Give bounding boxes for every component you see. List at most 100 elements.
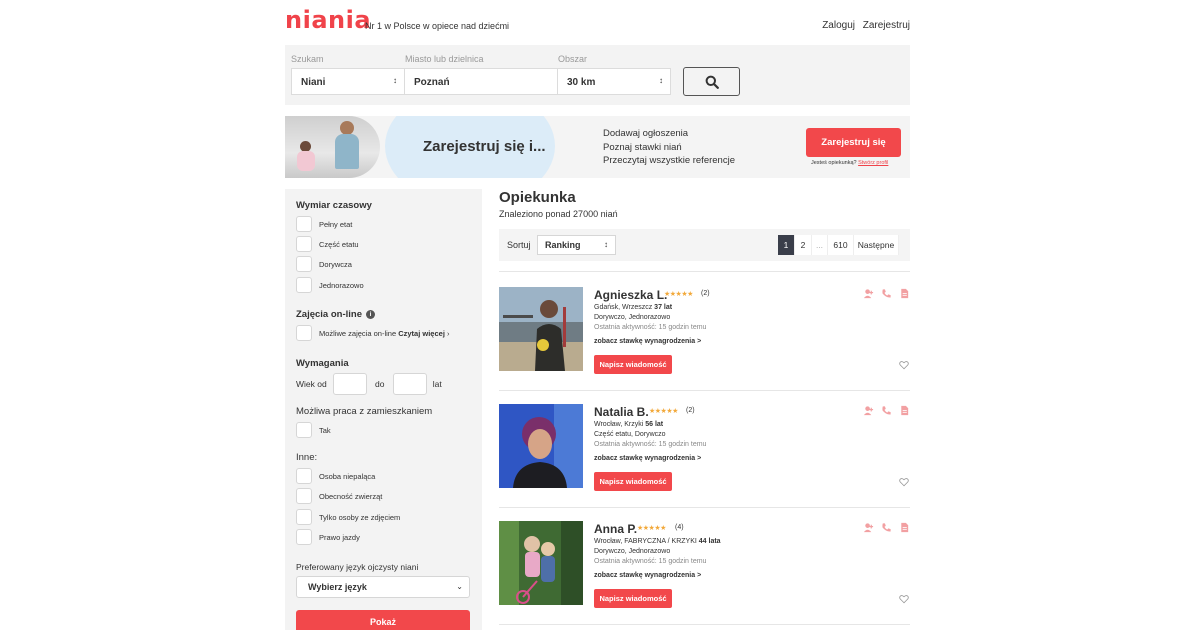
rates-link[interactable]: zobacz stawkę wynagrodzenia >: [594, 455, 701, 462]
caregiver-note-text: Jesteś opiekunką?: [811, 160, 857, 166]
promo-benefit: Poznaj stawki niań: [603, 141, 682, 153]
contact-icons: [863, 522, 910, 533]
filter-one-time[interactable]: Jednorazowo: [296, 277, 364, 293]
phone-icon[interactable]: [881, 522, 892, 533]
location-age: Wrocław, FABRYCZNA / KRZYKI 44 lata: [594, 538, 721, 545]
add-user-icon[interactable]: [863, 522, 874, 533]
city-input[interactable]: Poznań: [404, 68, 558, 95]
search-panel: Szukam Miasto lub dzielnica Obszar Niani…: [285, 45, 910, 105]
send-message-button[interactable]: Napisz wiadomość: [594, 589, 672, 608]
language-heading: Preferowany język ojczysty niani: [296, 562, 419, 572]
chevron-down-icon: ⌄: [456, 582, 463, 591]
document-icon[interactable]: [899, 522, 910, 533]
checkbox[interactable]: [296, 236, 312, 252]
promo-benefits: Dodawaj ogłoszenia Poznaj stawki niań Pr…: [603, 127, 735, 168]
filter-with-photo[interactable]: Tylko osoby ze zdjęciem: [296, 509, 400, 525]
info-icon[interactable]: i: [366, 310, 375, 319]
filter-full-time[interactable]: Pełny etat: [296, 216, 352, 232]
nanny-name[interactable]: Natalia B.: [594, 405, 649, 419]
language-select[interactable]: Wybierz język ⌄: [296, 576, 470, 598]
results-title: Opiekunka: [499, 189, 576, 206]
profile-photo[interactable]: [499, 521, 583, 605]
heart-icon[interactable]: [899, 477, 909, 487]
register-link[interactable]: Zarejestruj: [863, 20, 910, 31]
last-activity: Ostatnia aktywność: 15 godzin temu: [594, 441, 707, 448]
area-select[interactable]: 30 km ↕: [557, 68, 671, 95]
language-select-value: Wybierz język: [308, 582, 367, 592]
last-activity: Ostatnia aktywność: 15 godzin temu: [594, 558, 707, 565]
pagination: 1 2 ... 610 Następne: [778, 235, 899, 255]
phone-icon[interactable]: [881, 288, 892, 299]
logo[interactable]: niania: [285, 6, 371, 34]
checkbox[interactable]: [296, 325, 312, 341]
area-value: 30 km: [567, 77, 596, 88]
review-count: (2): [701, 290, 710, 297]
promo-photo: [285, 116, 380, 178]
filter-occasional[interactable]: Dorywcza: [296, 256, 352, 272]
page-ellipsis: ...: [812, 235, 828, 255]
nanny-card[interactable]: Agnieszka L. ★★★★★ (2) Gdańsk, Wrzeszcz …: [499, 287, 910, 392]
nanny-name[interactable]: Anna P.: [594, 522, 637, 536]
create-profile-link[interactable]: Stwórz profil: [858, 160, 888, 166]
age-to-input[interactable]: [392, 373, 427, 395]
star-rating: ★★★★★: [664, 291, 693, 298]
age-from-label: Wiek od: [296, 379, 327, 389]
document-icon[interactable]: [899, 405, 910, 416]
page-last[interactable]: 610: [828, 235, 854, 255]
area-label: Obszar: [558, 54, 588, 64]
checkbox[interactable]: [296, 529, 312, 545]
caregiver-note: Jesteś opiekunką? Stwórz profil: [811, 160, 888, 166]
checkbox[interactable]: [296, 509, 312, 525]
checkbox[interactable]: [296, 277, 312, 293]
heart-icon[interactable]: [899, 360, 909, 370]
search-icon: [705, 75, 719, 89]
sort-value: Ranking: [545, 240, 581, 250]
register-promo-banner: Zarejestruj się i... Dodawaj ogłoszenia …: [285, 116, 910, 178]
sort-bar: Sortuj Ranking ↕ 1 2 ... 610 Następne: [499, 229, 910, 261]
read-more-link[interactable]: Czytaj więcej: [398, 329, 445, 338]
tagline: Nr 1 w Polsce w opiece nad dziećmi: [365, 21, 510, 31]
heart-icon[interactable]: [899, 594, 909, 604]
checkbox[interactable]: [296, 422, 312, 438]
nanny-card[interactable]: Natalia B. ★★★★★ (2) Wrocław, Krzyki 56 …: [499, 404, 910, 509]
phone-icon[interactable]: [881, 405, 892, 416]
checkbox[interactable]: [296, 216, 312, 232]
send-message-button[interactable]: Napisz wiadomość: [594, 355, 672, 374]
profile-photo[interactable]: [499, 287, 583, 371]
next-page-button[interactable]: Następne: [854, 235, 899, 255]
sort-select[interactable]: Ranking ↕: [537, 235, 616, 255]
promo-register-button[interactable]: Zarejestruj się: [806, 128, 901, 157]
checkbox[interactable]: [296, 488, 312, 504]
age-to-label: do: [374, 379, 385, 389]
checkbox[interactable]: [296, 256, 312, 272]
add-user-icon[interactable]: [863, 405, 874, 416]
divider: [499, 624, 910, 625]
show-results-button[interactable]: Pokaż: [296, 610, 470, 630]
filter-pets[interactable]: Obecność zwierząt: [296, 488, 382, 504]
location-age: Wrocław, Krzyki 56 lat: [594, 421, 664, 428]
filter-online[interactable]: Możliwe zajęcia on-line Czytaj więcej ›: [296, 325, 450, 341]
login-link[interactable]: Zaloguj: [822, 20, 855, 31]
review-count: (4): [675, 524, 684, 531]
add-user-icon[interactable]: [863, 288, 874, 299]
review-count: (2): [686, 407, 695, 414]
filter-livein[interactable]: Tak: [296, 422, 331, 438]
rates-link[interactable]: zobacz stawkę wynagrodzenia >: [594, 572, 701, 579]
send-message-button[interactable]: Napisz wiadomość: [594, 472, 672, 491]
filter-part-time[interactable]: Część etatu: [296, 236, 359, 252]
filter-driving-license[interactable]: Prawo jazdy: [296, 529, 360, 545]
nanny-card[interactable]: Anna P. ★★★★★ (4) Wrocław, FABRYCZNA / K…: [499, 521, 910, 626]
city-label: Miasto lub dzielnica: [405, 54, 484, 64]
profile-photo[interactable]: [499, 404, 583, 488]
looking-for-select[interactable]: Niani ↕: [291, 68, 405, 95]
search-button[interactable]: [683, 67, 740, 96]
page-1[interactable]: 1: [778, 235, 795, 255]
filter-non-smoker[interactable]: Osoba niepaląca: [296, 468, 375, 484]
age-from-input[interactable]: [332, 373, 367, 395]
rates-link[interactable]: zobacz stawkę wynagrodzenia >: [594, 338, 701, 345]
page-2[interactable]: 2: [795, 235, 812, 255]
document-icon[interactable]: [899, 288, 910, 299]
contact-icons: [863, 288, 910, 299]
nanny-name[interactable]: Agnieszka L.: [594, 288, 667, 302]
checkbox[interactable]: [296, 468, 312, 484]
